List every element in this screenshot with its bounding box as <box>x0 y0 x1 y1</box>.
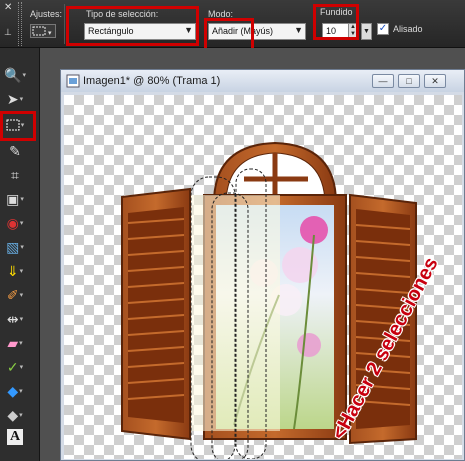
pick-icon[interactable]: ➤ ▾ <box>4 88 26 110</box>
dodge-icon[interactable]: ✓ ▾ <box>4 356 26 378</box>
straighten-icon[interactable]: ▧ ▾ <box>4 236 26 258</box>
tool-options-bar: ✕ ⊥ Ajustes: ▾ Tipo de selección: Rectán… <box>0 0 465 52</box>
presets-dropdown[interactable]: ▾ <box>30 24 56 38</box>
eraser-icon[interactable]: ◆ ▾ <box>4 404 26 426</box>
grip-handle[interactable] <box>18 2 22 46</box>
crop-icon[interactable]: ⌗ <box>4 164 26 186</box>
chevron-down-icon: ▼ <box>294 25 303 35</box>
paint-brush-icon[interactable]: ✐ ▾ <box>4 284 26 306</box>
alisado-checkbox[interactable]: ✓ <box>377 23 389 35</box>
image-canvas[interactable]: <Hacer 2 selecciones <box>64 95 462 459</box>
feather-dropdown[interactable]: ▼ <box>361 23 372 40</box>
alisado-label: Alisado <box>393 24 423 34</box>
highlight-selection-tool <box>0 111 36 141</box>
ajustes-label: Ajustes: <box>30 9 63 19</box>
window-artwork <box>121 141 417 459</box>
text-icon[interactable]: A <box>4 426 26 448</box>
zoom-icon[interactable]: 🔍 ▾ <box>4 64 26 86</box>
clone-icon[interactable]: ⇓ ▾ <box>4 260 26 282</box>
fill-icon[interactable]: ◆ ▾ <box>4 380 26 402</box>
tools-palette: 🔍 ▾ ➤ ▾ ▾ ✎ ⌗ ▣ ▾ ◉ ▾ ▧ ▾ ⇓ ▾ ✐ ▾ ⇹ ▾ ▰ ▾ ✓ ▾ ◆ ▾ ◆… <box>0 48 40 461</box>
pin-icon[interactable]: ⊥ <box>4 27 12 38</box>
workspace: Imagen1* @ 80% (Trama 1) — □ ✕ <Hacer 2 … <box>40 48 465 461</box>
document-icon <box>66 74 80 88</box>
close-icon[interactable]: ✕ <box>4 2 12 13</box>
left-shutter <box>121 187 191 441</box>
red-eye-icon[interactable]: ◉ ▾ <box>4 212 26 234</box>
highlight-fundido <box>313 4 359 40</box>
highlight-modo <box>204 18 254 52</box>
svg-text:▾: ▾ <box>48 30 52 37</box>
document-title: Imagen1* @ 80% (Trama 1) <box>83 75 221 87</box>
document-titlebar[interactable]: Imagen1* @ 80% (Trama 1) — □ ✕ <box>61 70 464 92</box>
scratch-remover-icon[interactable]: ⇹ ▾ <box>4 308 26 330</box>
divider <box>64 4 65 44</box>
highlight-tipo <box>66 6 199 46</box>
eraser-icon[interactable]: ▰ ▾ <box>4 332 26 354</box>
marquee-preset-icon: ▾ <box>32 26 52 37</box>
maximize-button[interactable]: □ <box>398 74 420 88</box>
dropper-icon[interactable]: ✎ <box>4 140 26 162</box>
document-window[interactable]: Imagen1* @ 80% (Trama 1) — □ ✕ <Hacer 2 … <box>60 69 465 461</box>
minimize-button[interactable]: — <box>372 74 394 88</box>
move-icon[interactable]: ▣ ▾ <box>4 188 26 210</box>
close-button[interactable]: ✕ <box>424 74 446 88</box>
